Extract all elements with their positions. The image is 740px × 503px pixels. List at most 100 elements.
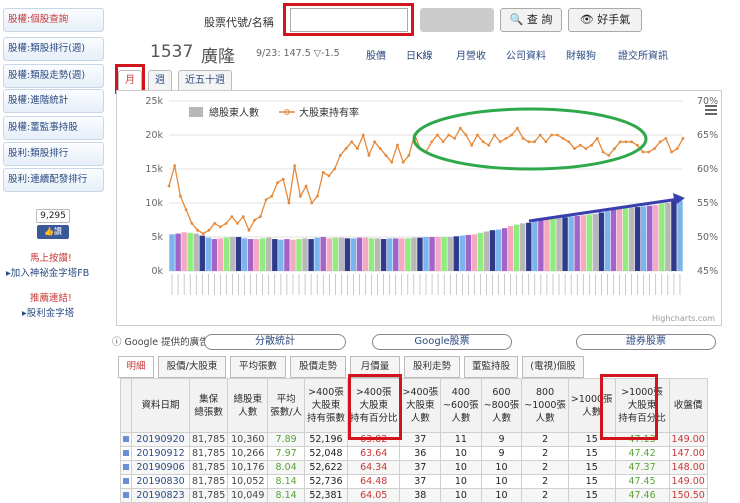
bar [562, 217, 568, 271]
captcha-box [420, 8, 494, 32]
line-point [561, 137, 565, 140]
sidebar-item-sector-trend-weekly[interactable]: 股權:類股走勢(週) [3, 64, 104, 88]
line-point [618, 140, 622, 144]
bar [550, 218, 556, 271]
sidebar-item-stock-query[interactable]: 股權:個股查詢 [3, 8, 104, 32]
lucky-button[interactable]: 👁 好手氣 [568, 8, 642, 32]
price-info: 9/23: 147.5 ▽-1.5 [256, 48, 340, 59]
table-cell: 52,622 [303, 460, 348, 475]
header-big-count: >400張 大股東 人數 [399, 378, 442, 433]
link-kline[interactable]: 日K線 [406, 47, 433, 62]
table-cell: 20190920 [131, 432, 190, 447]
line-point [624, 140, 628, 144]
row-marker-icon [120, 474, 132, 489]
bar [471, 234, 478, 271]
fb-like-count: 9,295 [36, 209, 70, 223]
header-date: 資料日期 [131, 378, 190, 433]
tab-price-trend[interactable]: 股價走勢 [290, 356, 346, 378]
tab-avg-lots[interactable]: 平均張數 [230, 356, 286, 378]
search-icon: 🔍 [509, 13, 524, 26]
sidebar-item-advanced-stats[interactable]: 股權:進階統計 [3, 89, 104, 113]
table-cell: 7.89 [267, 432, 305, 447]
tab-director-holdings[interactable]: 董監持股 [464, 356, 518, 378]
line-point [613, 147, 616, 150]
table-cell: 81,785 [188, 432, 229, 447]
bar [368, 238, 375, 271]
bar [247, 239, 254, 271]
line-point [293, 164, 297, 167]
join-fb-link[interactable]: ▸加入神祕金字塔FB [6, 265, 89, 279]
sidebar-item-dividend-consecutive[interactable]: 股利:連續配發排行 [3, 168, 104, 192]
thumbs-up-icon: 👍 [44, 227, 54, 236]
line-point [201, 232, 205, 236]
table-cell: 15 [567, 474, 616, 489]
bar [532, 221, 538, 271]
line-point [378, 147, 382, 150]
line-point [601, 150, 605, 154]
line-point [270, 194, 274, 198]
link-twse-info[interactable]: 證交所資訊 [618, 47, 668, 62]
fb-like-button[interactable]: 👍讚 [37, 225, 69, 239]
line-point [441, 140, 445, 144]
annotation-ellipse [412, 107, 648, 171]
bar [217, 238, 224, 271]
y-right-tick: 65% [697, 130, 718, 141]
fb-like-widget[interactable]: 9,295 👍讚 [36, 209, 70, 239]
bar [175, 233, 181, 271]
dividend-pyramid-link[interactable]: ▸股利金字塔 [22, 305, 74, 319]
bar [338, 237, 345, 271]
sidebar: 股權:個股查詢 股權:類股排行(週) 股權:類股走勢(週) 股權:進階統計 股權… [0, 0, 106, 501]
tab-dividend-trend[interactable]: 股利走勢 [404, 356, 460, 378]
sidebar-item-director-holdings[interactable]: 股權:董監事持股 [3, 116, 104, 140]
ad-button-google-stock[interactable]: Google股票 [372, 334, 512, 350]
link-monthly-revenue[interactable]: 月營收 [456, 47, 486, 62]
fb-like-label: 讚 [53, 227, 62, 236]
menu-icon [705, 113, 717, 115]
bar [320, 237, 326, 271]
link-company-info[interactable]: 公司資料 [506, 47, 546, 62]
y-left-tick: 5k [151, 232, 163, 243]
table-cell: 47.37 [614, 460, 670, 475]
table-cell: 150.50 [668, 488, 708, 503]
bar [187, 232, 193, 271]
row-marker-icon [120, 460, 132, 475]
tab-last-50-weeks[interactable]: 近五十週 [178, 70, 232, 90]
tab-detail[interactable]: 明細 [118, 356, 154, 378]
line-point [184, 208, 188, 212]
table-cell: 11 [440, 432, 482, 447]
header-checkbox-col [120, 378, 132, 433]
header-total-holders: 總股東 人數 [227, 378, 269, 433]
bar [314, 237, 320, 271]
table-cell: 2 [521, 446, 569, 461]
tab-tv-stock[interactable]: (電視)個股 [522, 356, 584, 378]
bar [592, 213, 599, 271]
sidebar-item-dividend-rank[interactable]: 股利:類股排行 [3, 142, 104, 166]
bar [544, 219, 550, 271]
bar [447, 237, 453, 271]
table-cell: 2 [521, 488, 569, 503]
line-point [573, 147, 576, 150]
stock-name: 廣隆 [201, 47, 235, 67]
ad-button-securities[interactable]: 證券股票 [576, 334, 716, 350]
bar [211, 239, 218, 271]
link-statementdog[interactable]: 財報狗 [566, 47, 596, 62]
table-cell: 8.04 [267, 460, 305, 475]
chart-panel: 25k 20k 15k 10k 5k 0k 70% 65% 60% 55% 50% 45% 總股東人數大… [116, 90, 722, 326]
table-cell: 47.46 [614, 488, 670, 503]
tab-price-holders[interactable]: 股價/大股東 [158, 356, 226, 378]
link-price[interactable]: 股價 [366, 47, 386, 62]
table-cell: 37 [399, 460, 442, 475]
sidebar-item-sector-rank-weekly[interactable]: 股權:類股排行(週) [3, 37, 104, 61]
query-button[interactable]: 🔍 查 詢 [500, 8, 562, 32]
table-cell: 10 [440, 488, 482, 503]
line-point [430, 140, 434, 144]
ad-button-distribution[interactable]: 分散統計 [204, 334, 346, 350]
bar [526, 222, 532, 271]
bar [501, 228, 508, 271]
table-cell: 9 [480, 446, 523, 461]
header-close-price: 收盤價 [668, 378, 708, 433]
menu-icon [705, 105, 717, 107]
search-label: 股票代號/名稱 [204, 16, 274, 29]
table-cell: 10 [480, 488, 523, 503]
tab-weekly[interactable]: 週 [148, 70, 172, 90]
